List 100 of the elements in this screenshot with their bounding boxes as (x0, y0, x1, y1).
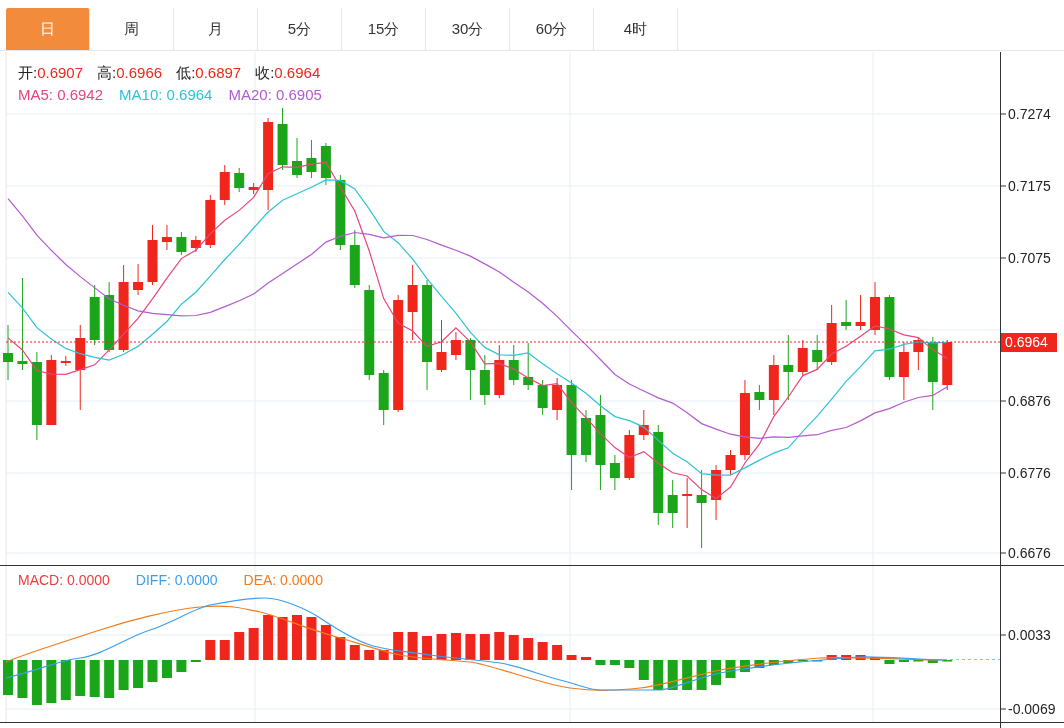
histogram-bar (3, 660, 13, 695)
histogram-bar (595, 660, 606, 665)
candlestick (176, 231, 187, 256)
candlestick (624, 429, 635, 481)
histogram-bar (870, 657, 880, 660)
histogram-bar (407, 632, 418, 660)
candlestick (89, 284, 100, 346)
candlestick (465, 337, 476, 401)
histogram-bar (422, 636, 433, 660)
histogram-bar (783, 660, 794, 663)
histogram-bar (277, 617, 288, 660)
histogram-bar (378, 650, 389, 660)
histogram-bar (263, 615, 274, 660)
histogram-bar (161, 660, 172, 678)
price-axis-label: 0.6776 (1008, 465, 1051, 481)
histogram-bar (306, 617, 317, 660)
candlestick (248, 182, 259, 195)
histogram-bar (479, 634, 490, 660)
histogram-bar (118, 660, 129, 690)
histogram-bar (234, 632, 245, 660)
candlestick (913, 336, 924, 371)
candlestick (552, 377, 563, 421)
candlestick (841, 299, 852, 331)
price-axis-label: 0.7274 (1008, 106, 1051, 122)
histogram-bar (523, 638, 534, 660)
histogram-bar (205, 640, 216, 660)
ohlc-reading: 开:0.6907 (18, 63, 84, 83)
histogram-bar (31, 660, 42, 705)
candlestick (349, 229, 360, 289)
histogram-bar (624, 660, 635, 668)
histogram-bar (60, 660, 71, 700)
histogram-bar (364, 650, 375, 660)
histogram-bar (609, 660, 620, 665)
indicator-legend: MACD: 0.0000 (18, 570, 110, 591)
ohlc-reading: 高:0.6966 (97, 63, 163, 83)
candlestick (190, 235, 201, 253)
histogram-bar (349, 645, 360, 660)
indicator-legend: MA5: 0.6942 (18, 84, 104, 107)
candlestick (277, 107, 288, 171)
histogram-bar (552, 645, 563, 660)
ohlc-reading: 收:0.6964 (255, 63, 321, 83)
histogram-bar (219, 640, 230, 660)
candlestick (898, 341, 909, 401)
candlestick (812, 334, 823, 371)
candlestick (667, 479, 678, 529)
histogram-bar (638, 660, 649, 680)
histogram-bar (581, 657, 591, 660)
macd-axis-label: 0.0033 (1008, 627, 1051, 643)
candlestick (797, 339, 808, 376)
candlestick (942, 339, 953, 391)
histogram-bar (884, 660, 895, 664)
candlestick (46, 354, 57, 426)
price-axis-label: 0.6676 (1008, 545, 1051, 561)
histogram-bar (725, 660, 736, 678)
histogram-bar (133, 660, 144, 688)
histogram-bar (176, 660, 187, 672)
histogram-bar (494, 632, 505, 660)
histogram-bar (436, 634, 447, 660)
zero-line (943, 659, 1001, 660)
histogram-bar (17, 660, 28, 698)
candlestick (436, 319, 447, 373)
histogram-bar (696, 660, 707, 690)
current-price-tag: 0.6964 (1001, 333, 1057, 352)
histogram-bar (653, 660, 664, 690)
candlestick (147, 224, 158, 286)
candlestick (711, 464, 722, 521)
candlestick (826, 304, 837, 366)
candlestick (479, 354, 490, 406)
candlestick (60, 355, 71, 367)
candlestick (234, 167, 245, 193)
macd-axis-label: -0.0069 (1008, 701, 1056, 717)
candlestick (378, 369, 389, 426)
candlestick (870, 281, 880, 336)
price-axis-label: 0.7175 (1008, 178, 1051, 194)
candlestick (523, 342, 534, 391)
candlestick (494, 344, 505, 399)
price-axis-label: 0.6876 (1008, 393, 1051, 409)
histogram-bar (248, 628, 259, 660)
histogram-bar (393, 632, 404, 660)
histogram-bar (508, 635, 519, 660)
histogram-bar (335, 637, 346, 660)
candlestick (855, 294, 866, 331)
candlestick (205, 194, 216, 249)
candlestick (161, 224, 172, 251)
candlestick (306, 139, 317, 179)
histogram-bar (841, 655, 852, 660)
ohlc-reading: 低:0.6897 (176, 63, 242, 83)
candlestick (783, 334, 794, 401)
histogram-bar (927, 660, 938, 663)
histogram-bar (768, 660, 779, 665)
indicator-legend: MA10: 0.6964 (119, 84, 213, 107)
candlestick (320, 142, 331, 186)
candlestick (537, 379, 548, 416)
histogram-bar (292, 615, 302, 660)
candlestick (754, 384, 765, 411)
price-axis-label: 0.7075 (1008, 250, 1051, 266)
histogram-bar (855, 655, 866, 660)
histogram-bar (104, 660, 115, 698)
candlestick (292, 137, 302, 179)
candlestick (682, 477, 693, 529)
